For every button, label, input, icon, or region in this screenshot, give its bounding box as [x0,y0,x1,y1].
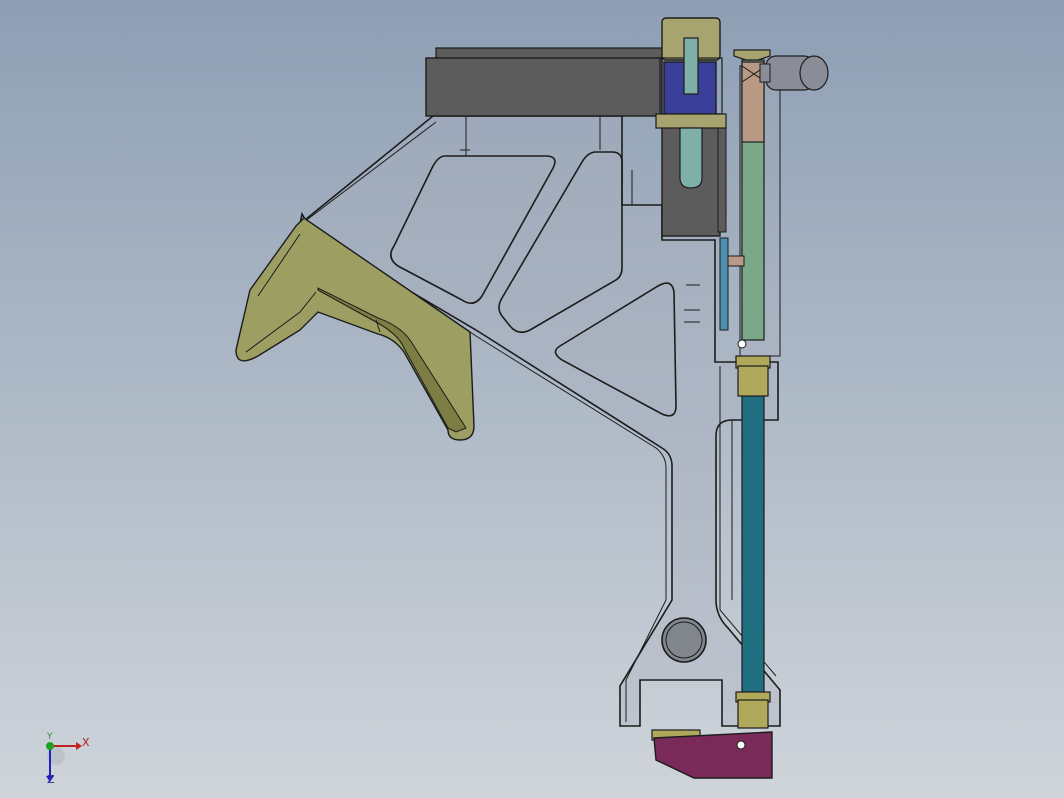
housing-side-face [717,117,727,233]
triad-y-axis [46,742,54,750]
roller-axle [759,63,771,83]
triad-x-label: X [82,736,90,749]
triad-z-label: Z [47,773,55,786]
clamp-assembly-model[interactable] [0,0,1064,798]
pin-flange [655,113,727,129]
cad-graphics-viewport[interactable]: X Y Z [0,0,1064,798]
upper-bushing [737,365,769,397]
housing-main [425,57,663,117]
triad-y-label: Y [47,732,53,742]
lower-shaft [741,359,765,701]
rod-cap [733,49,771,61]
rod-pivot-dot [737,339,747,349]
roller-end-cap [799,55,829,91]
vertical-rod-assembly[interactable] [719,49,829,357]
base-bracket [653,731,773,779]
frame-mounting-hole [661,617,707,663]
lower-bushing [737,699,769,729]
guide-pin-lower [679,127,703,189]
mount-bolt [727,255,745,267]
bracket-pin-hole [736,740,746,750]
guide-pin-top [683,37,699,95]
side-mount-plate [719,237,729,331]
orientation-triad: X Y Z [40,732,100,788]
